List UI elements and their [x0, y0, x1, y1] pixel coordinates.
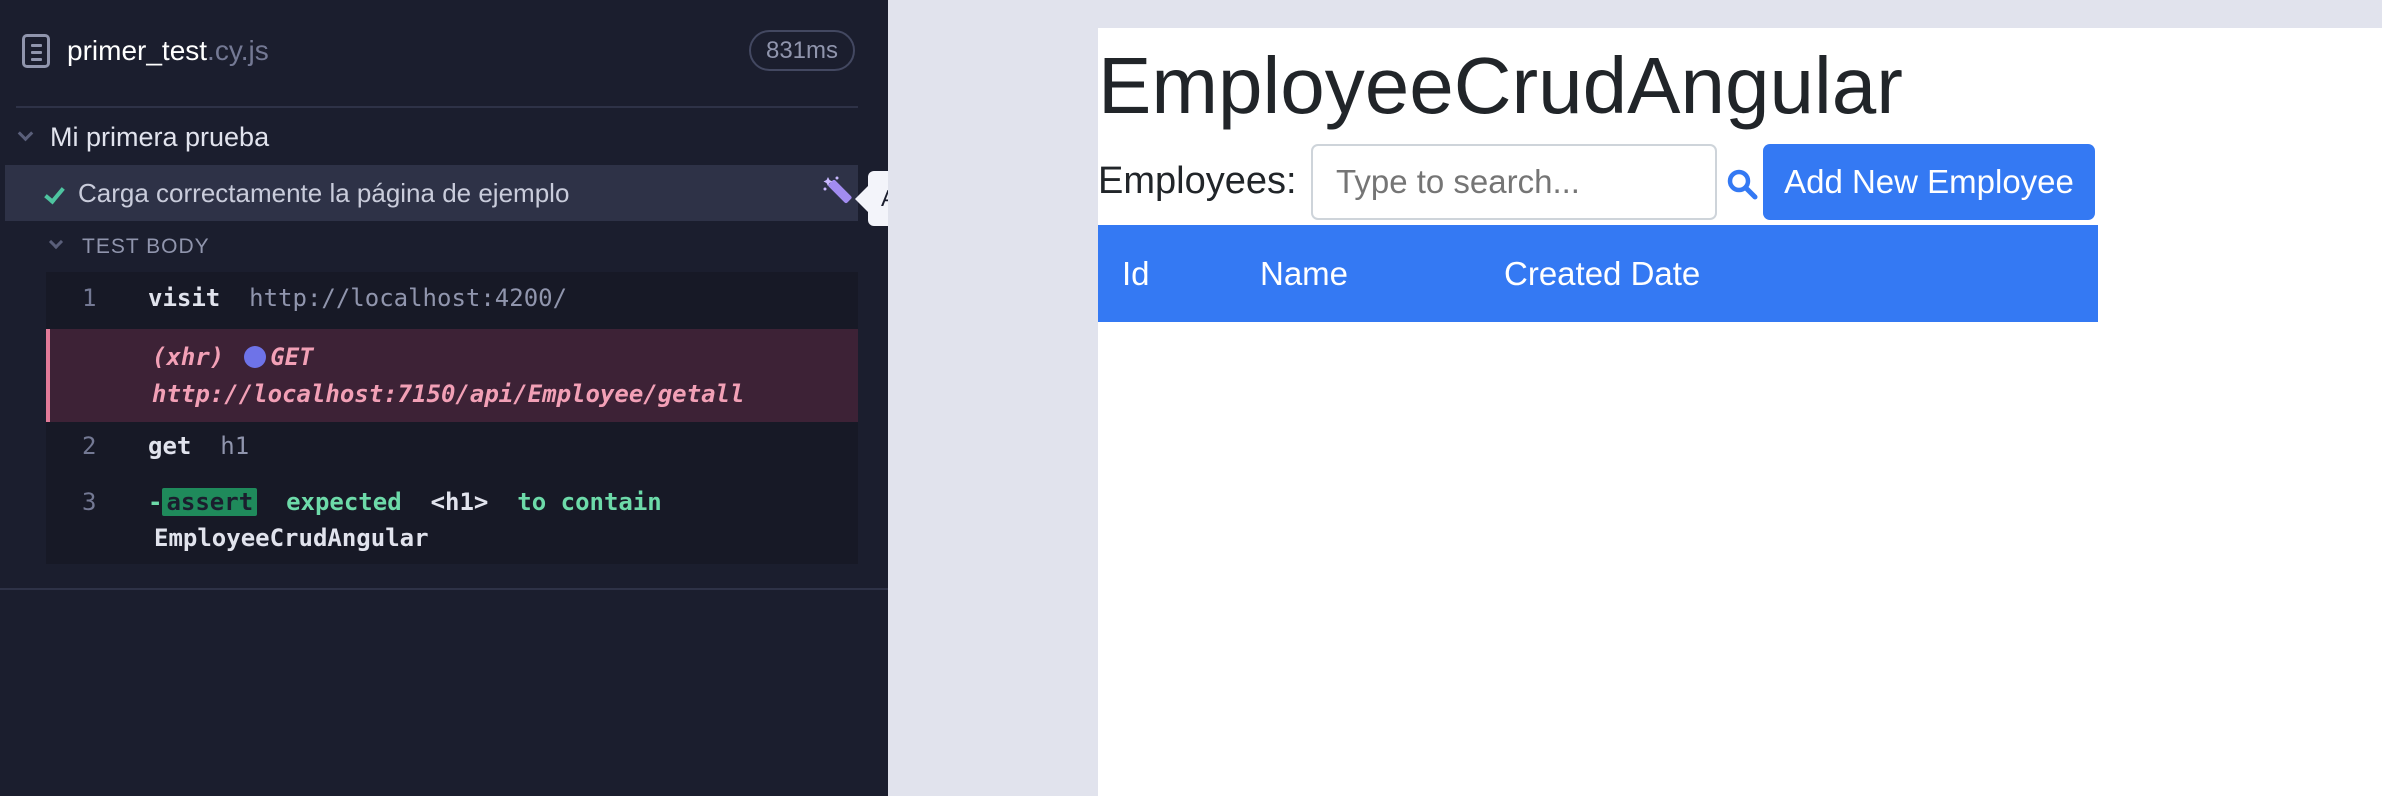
test-title: Carga correctamente la página de ejemplo [78, 178, 570, 208]
suite-row[interactable]: Mi primera prueba [0, 116, 888, 160]
command-arg: h1 [220, 432, 250, 460]
header-divider [16, 106, 858, 108]
test-body-label[interactable]: TEST BODY [82, 235, 210, 259]
command-log: 1 visit http://localhost:4200/ (xhr) GET … [46, 272, 858, 564]
command-name: get [148, 432, 192, 460]
assert-element: <h1> [430, 488, 489, 516]
xhr-command-row[interactable]: (xhr) GET http://localhost:7150/api/Emplo… [46, 329, 858, 422]
checkmark-icon [44, 182, 65, 205]
assert-text-expected: expected [286, 488, 402, 516]
employees-toolbar: Employees: Add New Employee [1098, 144, 2098, 224]
add-commands-tooltip: Add Commands to Test [855, 171, 888, 226]
column-header-name[interactable]: Name [1260, 255, 1348, 293]
column-header-id[interactable]: Id [1122, 255, 1150, 293]
command-number: 2 [82, 432, 97, 460]
magic-wand-icon[interactable] [822, 174, 856, 208]
file-icon [22, 34, 50, 68]
add-new-employee-button[interactable]: Add New Employee [1763, 144, 2095, 220]
command-arg: http://localhost:4200/ [249, 284, 568, 312]
suite-title: Mi primera prueba [50, 122, 270, 152]
spec-header: primer_test.cy.js 831ms [0, 0, 888, 104]
command-row[interactable]: 2 get h1 [46, 432, 858, 472]
cypress-reporter: primer_test.cy.js 831ms Mi primera prueb… [0, 0, 888, 796]
assert-text-contain: to contain [517, 488, 662, 516]
employees-label: Employees: [1098, 160, 1297, 202]
assert-value: EmployeeCrudAngular [154, 524, 429, 552]
column-header-created-date[interactable]: Created Date [1504, 255, 1700, 293]
assert-badge: assert [162, 488, 258, 516]
assert-command-row[interactable]: 3 - assert expected <h1> to contain Emplo… [46, 488, 858, 558]
spec-duration-badge: 831ms [749, 30, 855, 71]
command-row[interactable]: 1 visit http://localhost:4200/ [46, 284, 858, 324]
spec-file-name[interactable]: primer_test.cy.js [67, 34, 269, 68]
chevron-down-icon [48, 234, 64, 250]
assert-prefix: - [148, 488, 163, 516]
command-name: visit [148, 284, 221, 312]
spec-file-extension: .cy.js [207, 35, 269, 66]
command-number: 1 [82, 284, 97, 312]
chevron-down-icon [17, 125, 34, 142]
employees-table-header: Id Name Created Date [1098, 225, 2098, 322]
reporter-divider [0, 588, 888, 590]
xhr-type: (xhr) [152, 343, 225, 371]
xhr-method: GET [270, 343, 314, 371]
test-row[interactable]: Carga correctamente la página de ejemplo [5, 165, 858, 221]
pending-dot-icon [244, 346, 267, 368]
search-input[interactable] [1311, 144, 1717, 220]
search-icon[interactable] [1726, 168, 1758, 200]
page-title: EmployeeCrudAngular [1098, 41, 1903, 130]
command-number: 3 [82, 488, 97, 516]
aut-viewport-area: EmployeeCrudAngular Employees: Add New E… [888, 0, 2382, 796]
xhr-url: http://localhost:7150/api/Employee/getal… [152, 380, 745, 408]
aut-iframe: EmployeeCrudAngular Employees: Add New E… [1098, 28, 2382, 796]
